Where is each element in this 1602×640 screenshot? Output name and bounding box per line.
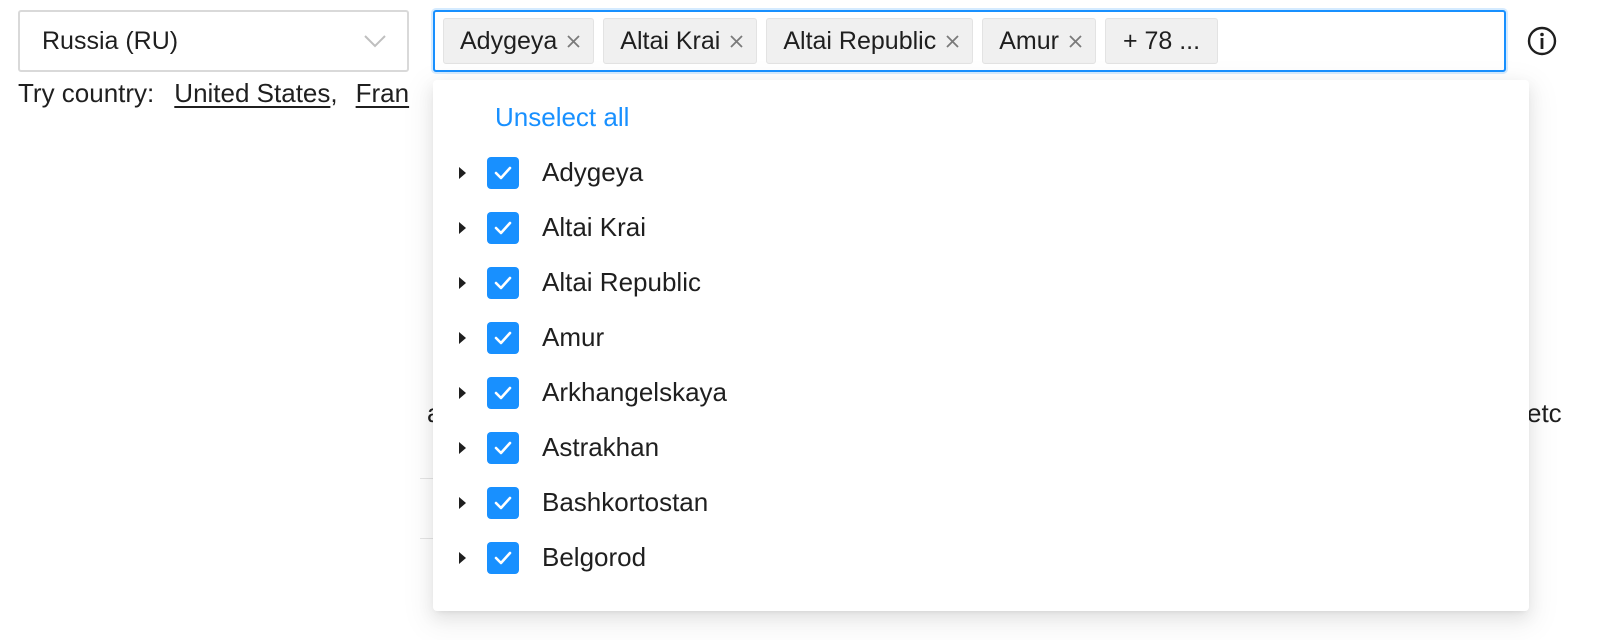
unselect-all-link[interactable]: Unselect all [495,102,629,133]
chevron-down-icon [364,35,386,48]
checkbox[interactable] [487,156,519,189]
check-icon [494,166,512,179]
check-icon [494,386,512,399]
selected-tag: Adygeya [443,18,595,64]
tag-label: Amur [999,26,1059,55]
region-multiselect[interactable]: Adygeya Altai Krai Altai Republic Amur +… [433,10,1506,72]
checkbox[interactable] [487,541,519,574]
check-icon [494,331,512,344]
tree-item-label: Bashkortostan [542,487,709,517]
tree-item[interactable]: Adygeya [433,145,1529,200]
tree-item-label: Amur [542,322,605,352]
country-select[interactable]: Russia (RU) [18,10,409,72]
tree-item[interactable]: Arkhangelskaya [433,365,1529,420]
selected-tag: Altai Krai [603,18,758,64]
background-divider [420,538,434,539]
tag-label: Altai Republic [783,26,937,55]
try-country-separator: , [330,78,338,108]
selected-tag: Altai Republic [766,18,974,64]
try-country-link-united-states[interactable]: United States [174,78,330,109]
selected-tag: Amur [982,18,1096,64]
close-icon[interactable] [1068,34,1083,49]
caret-right-icon[interactable] [459,386,466,399]
background-divider [420,478,434,479]
tree-item-label: Adygeya [542,157,644,187]
try-country-label: Try country: [18,78,155,108]
tag-label: Adygeya [460,26,558,55]
more-tags-label: + 78 ... [1122,26,1201,55]
close-icon[interactable] [945,34,960,49]
check-icon [494,496,512,509]
caret-right-icon[interactable] [459,166,466,179]
tree-item[interactable]: Altai Krai [433,200,1529,255]
tree-item-label: Altai Republic [542,267,701,297]
tree-item[interactable]: Altai Republic [433,255,1529,310]
tag-label: Altai Krai [620,26,721,55]
caret-right-icon[interactable] [459,331,466,344]
checkbox[interactable] [487,376,519,409]
checkbox[interactable] [487,431,519,464]
checkbox[interactable] [487,211,519,244]
check-icon [494,221,512,234]
tree-item-label: Arkhangelskaya [542,377,727,407]
try-country-link-france[interactable]: Fran [356,78,409,109]
check-icon [494,276,512,289]
tree-item-label: Belgorod [542,542,647,572]
close-icon[interactable] [729,34,744,49]
caret-right-icon[interactable] [459,276,466,289]
more-tags-indicator: + 78 ... [1104,18,1219,64]
tree-item-label: Astrakhan [542,432,660,462]
background-text-fragment: etc [1527,398,1562,428]
caret-right-icon[interactable] [459,496,466,509]
caret-right-icon[interactable] [459,221,466,234]
tree-item-label: Altai Krai [542,212,647,242]
tree-item[interactable]: Amur [433,310,1529,365]
check-icon [494,551,512,564]
tree-item[interactable]: Bashkortostan [433,475,1529,530]
caret-right-icon[interactable] [459,441,466,454]
check-icon [494,441,512,454]
region-tree: Adygeya Altai Krai Altai Republic Amur A… [433,145,1529,585]
try-country-line: Try country: United States , Fran [18,78,409,109]
checkbox[interactable] [487,321,519,354]
tree-item[interactable]: Belgorod [433,530,1529,585]
checkbox[interactable] [487,266,519,299]
close-icon[interactable] [566,34,581,49]
info-icon[interactable] [1526,25,1558,57]
checkbox[interactable] [487,486,519,519]
caret-right-icon[interactable] [459,551,466,564]
region-dropdown: Unselect all Adygeya Altai Krai Altai Re… [433,80,1529,611]
tree-item[interactable]: Astrakhan [433,420,1529,475]
country-select-value: Russia (RU) [42,26,179,55]
